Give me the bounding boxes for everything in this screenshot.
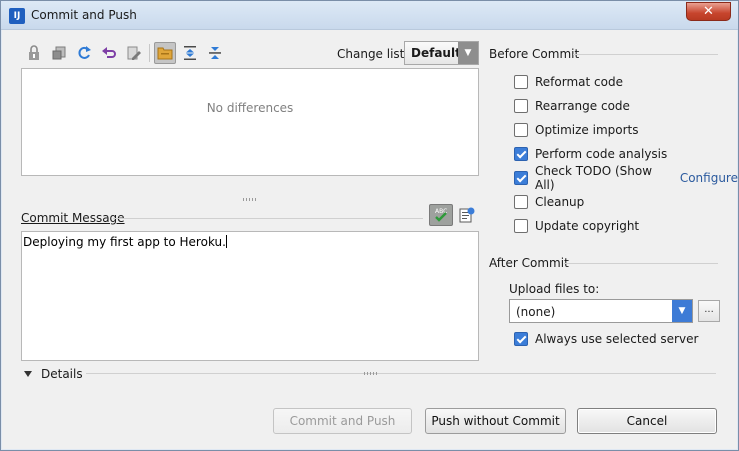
divider <box>86 373 716 374</box>
after-commit-title: After Commit <box>489 256 569 270</box>
update-copyright-label: Update copyright <box>535 219 640 233</box>
spellcheck-icon: ABC <box>435 208 447 222</box>
commit-message-label-text: Commit Message <box>21 211 125 225</box>
intellij-logo-icon: IJ <box>9 8 25 24</box>
edit-icon[interactable] <box>123 42 145 64</box>
always-use-server-label: Always use selected server <box>535 332 699 346</box>
cleanup-checkbox[interactable] <box>514 195 528 209</box>
perform-code-analysis-label: Perform code analysis <box>535 147 668 161</box>
commit-push-dialog: IJ Commit and Push ✕ Change list: Defaul… <box>0 0 739 451</box>
push-without-commit-button[interactable]: Push without Commit <box>425 408 566 434</box>
splitter-handle[interactable] <box>364 372 378 375</box>
always-use-server-checkbox[interactable] <box>514 332 528 346</box>
changelist-value: Default <box>411 46 461 60</box>
refresh-icon[interactable] <box>73 42 95 64</box>
cleanup-label: Cleanup <box>535 195 585 209</box>
chevron-down-icon[interactable]: ▼ <box>672 300 692 322</box>
divider <box>564 263 718 264</box>
spellcheck-button[interactable]: ABC <box>429 204 453 226</box>
update-copyright-option[interactable]: Update copyright <box>514 217 639 235</box>
group-by-directory-icon[interactable] <box>154 42 176 64</box>
changelist-label: Change list: <box>337 47 409 61</box>
changes-tree-panel[interactable]: No differences <box>21 68 479 176</box>
close-button[interactable]: ✕ <box>686 2 731 21</box>
title-bar[interactable]: IJ Commit and Push ✕ <box>1 1 738 30</box>
upload-server-value: (none) <box>516 305 556 319</box>
collapse-all-icon[interactable] <box>204 42 226 64</box>
details-toggle[interactable]: Details <box>24 367 83 381</box>
reformat-code-checkbox[interactable] <box>514 75 528 89</box>
commit-message-text: Deploying my first app to Heroku. <box>23 235 226 249</box>
check-todo-checkbox[interactable] <box>514 171 528 185</box>
splitter-handle[interactable] <box>243 198 257 201</box>
empty-state-text: No differences <box>206 101 294 115</box>
rearrange-code-checkbox[interactable] <box>514 99 528 113</box>
divider <box>573 54 718 55</box>
cancel-button[interactable]: Cancel <box>577 408 717 434</box>
check-todo-label: Check TODO (Show All) <box>535 164 653 192</box>
upload-files-label: Upload files to: <box>509 282 600 296</box>
cleanup-option[interactable]: Cleanup <box>514 193 584 211</box>
text-cursor <box>225 235 227 248</box>
configure-link[interactable]: Configure <box>680 171 738 185</box>
upload-server-dropdown[interactable]: (none) ▼ <box>509 299 693 323</box>
perform-code-analysis-option[interactable]: Perform code analysis <box>514 145 667 163</box>
reformat-code-label: Reformat code <box>535 75 623 89</box>
commit-message-label: Commit Message <box>21 211 125 225</box>
check-todo-option[interactable]: Check TODO (Show All) Configure <box>514 164 738 192</box>
rearrange-code-option[interactable]: Rearrange code <box>514 97 630 115</box>
perform-code-analysis-checkbox[interactable] <box>514 147 528 161</box>
commit-history-button[interactable] <box>459 206 475 224</box>
commit-and-push-button[interactable]: Commit and Push <box>273 408 412 434</box>
changelist-dropdown[interactable]: Default ▼ <box>404 41 479 65</box>
optimize-imports-option[interactable]: Optimize imports <box>514 121 639 139</box>
browse-servers-button[interactable]: ... <box>698 300 720 322</box>
revert-icon[interactable] <box>98 42 120 64</box>
history-icon <box>459 207 475 223</box>
divider <box>113 218 423 219</box>
rearrange-code-label: Rearrange code <box>535 99 630 113</box>
always-use-server-option[interactable]: Always use selected server <box>514 330 698 348</box>
commit-message-input[interactable]: Deploying my first app to Heroku. <box>21 231 479 361</box>
lock-icon[interactable] <box>23 42 45 64</box>
toolbar-separator <box>149 44 150 62</box>
before-commit-title: Before Commit <box>489 47 580 61</box>
update-copyright-checkbox[interactable] <box>514 219 528 233</box>
details-label: Details <box>41 367 83 381</box>
optimize-imports-checkbox[interactable] <box>514 123 528 137</box>
expand-all-icon[interactable] <box>179 42 201 64</box>
optimize-imports-label: Optimize imports <box>535 123 639 137</box>
triangle-down-icon <box>24 371 32 377</box>
move-to-changelist-icon[interactable] <box>48 42 70 64</box>
dialog-title: Commit and Push <box>31 8 137 22</box>
reformat-code-option[interactable]: Reformat code <box>514 73 623 91</box>
chevron-down-icon[interactable]: ▼ <box>458 42 478 64</box>
